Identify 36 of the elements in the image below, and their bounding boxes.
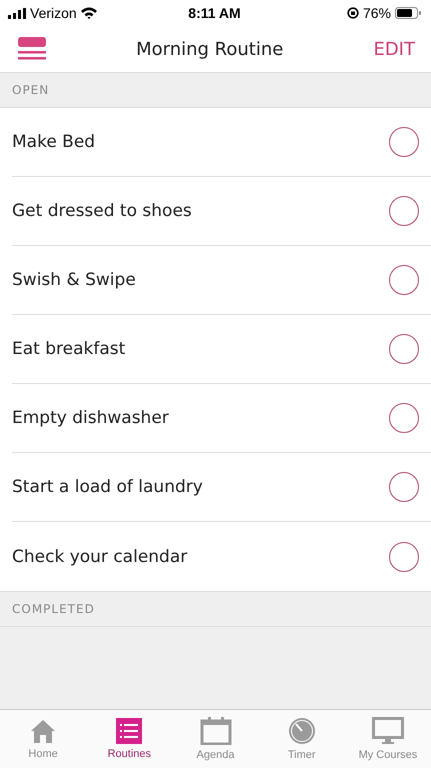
- checkbox[interactable]: [389, 196, 419, 226]
- home-icon: [30, 718, 56, 744]
- signal-icon: [8, 8, 26, 18]
- checkbox[interactable]: [389, 127, 419, 157]
- timer-icon: [288, 717, 316, 745]
- checkbox[interactable]: [389, 542, 419, 572]
- screen-title: Morning Routine: [136, 38, 284, 60]
- wifi-icon: [80, 7, 97, 19]
- tab[interactable]: Timer: [258, 710, 345, 768]
- clock-time: 8:11 AM: [188, 5, 241, 21]
- section-title: COMPLETED: [12, 602, 95, 616]
- battery-icon: [394, 7, 421, 19]
- task-label: Eat breakfast: [12, 339, 126, 359]
- edit-button[interactable]: EDIT: [373, 38, 415, 60]
- list-icon: [116, 718, 142, 744]
- calendar-icon: [200, 717, 232, 745]
- task-label: Make Bed: [12, 132, 96, 152]
- rotation-lock-icon: [346, 7, 359, 19]
- menu-button[interactable]: [18, 37, 46, 61]
- tab[interactable]: Home: [0, 710, 86, 768]
- monitor-icon: [372, 717, 404, 745]
- checkbox[interactable]: [389, 265, 419, 295]
- task-label: Swish & Swipe: [12, 270, 136, 290]
- checkbox[interactable]: [389, 472, 419, 502]
- battery-percent: 76%: [362, 5, 391, 21]
- section-title: OPEN: [12, 83, 50, 97]
- carrier-name: Verizon: [30, 5, 77, 21]
- tab[interactable]: Agenda: [172, 710, 259, 768]
- tab[interactable]: My Courses: [344, 710, 431, 768]
- task-label: Empty dishwasher: [12, 408, 169, 428]
- checkbox[interactable]: [389, 334, 419, 364]
- task-label: Get dressed to shoes: [12, 201, 192, 221]
- task-label: Start a load of laundry: [12, 477, 203, 497]
- task-label: Check your calendar: [12, 546, 188, 566]
- checkbox[interactable]: [389, 403, 419, 433]
- tab[interactable]: Routines: [86, 710, 172, 768]
